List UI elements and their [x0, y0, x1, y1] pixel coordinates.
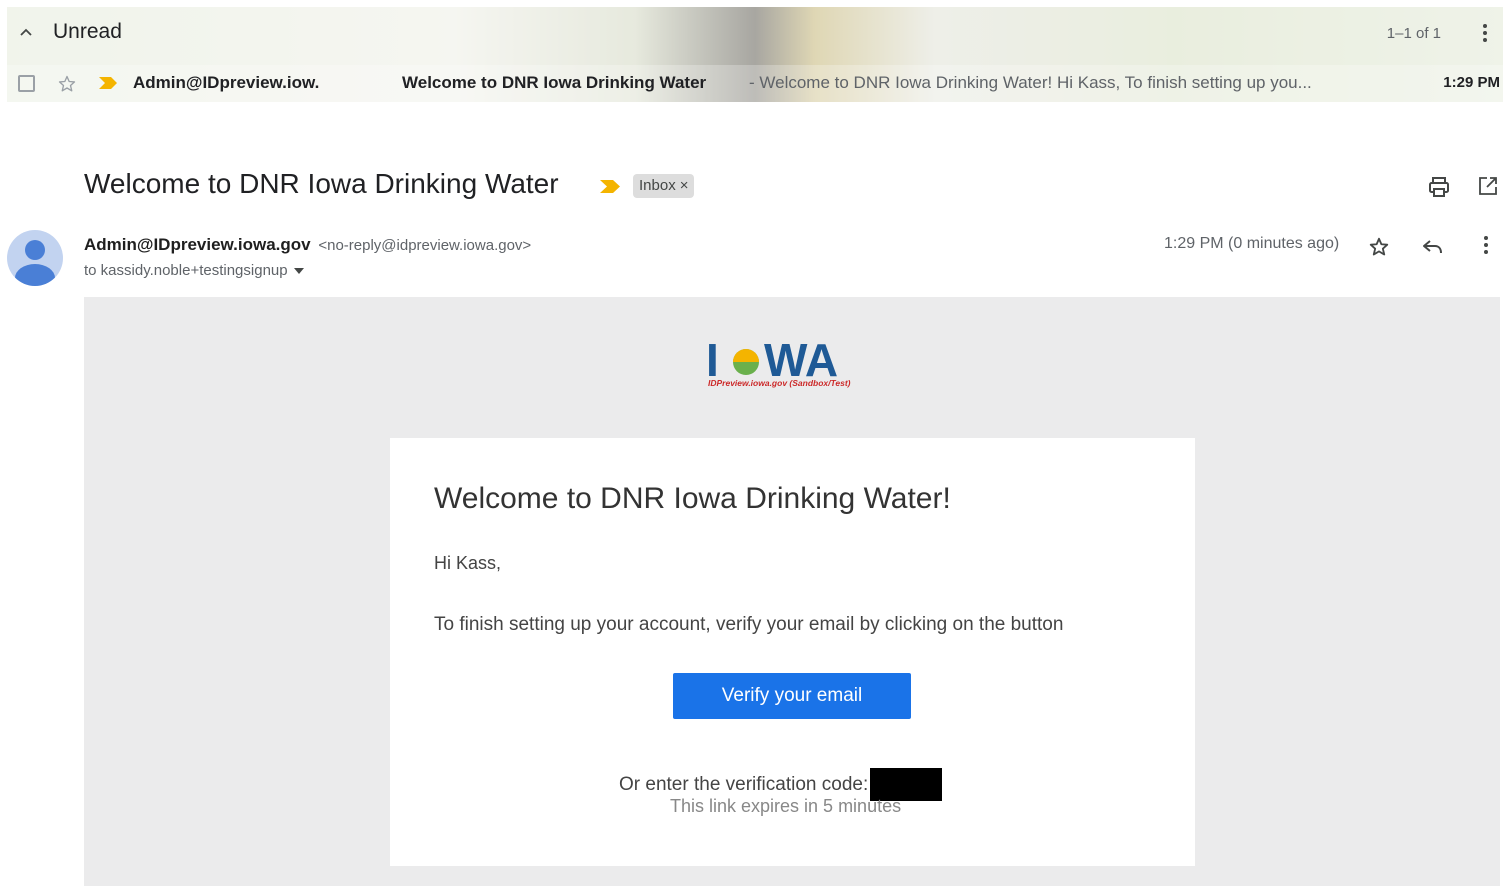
greeting-text: Hi Kass, [434, 553, 502, 573]
recipient-line: to kassidy.noble+testingsignup [84, 262, 304, 279]
pagination-count: 1–1 of 1 [1386, 25, 1441, 42]
more-vert-icon[interactable] [1477, 21, 1493, 45]
email-title: Welcome to DNR Iowa Drinking Water! [434, 482, 951, 515]
more-vert-icon[interactable] [1478, 234, 1494, 256]
inbox-list: Unread 1–1 of 1 Admin@IDpreview.iow. Wel… [7, 7, 1503, 102]
important-marker-icon[interactable] [99, 77, 117, 89]
verify-email-button[interactable]: Verify your email [673, 673, 911, 719]
recipient-text: to kassidy.noble+testingsignup [84, 262, 288, 279]
email-row[interactable]: Admin@IDpreview.iow. Welcome to DNR Iowa… [7, 65, 1503, 102]
row-snippet: - Welcome to DNR Iowa Drinking Water! Hi… [749, 73, 1312, 92]
sender-info: Admin@IDpreview.iowa.gov <no-reply@idpre… [84, 235, 531, 255]
message-subject: Welcome to DNR Iowa Drinking Water [84, 168, 559, 199]
sender-email: <no-reply@idpreview.iowa.gov> [318, 237, 532, 254]
remove-label-button[interactable]: × [680, 174, 689, 198]
iowa-logo: I WA IDPreview.iowa.gov (Sandbox/Test) [706, 334, 851, 388]
unread-section-header[interactable]: Unread 1–1 of 1 [7, 7, 1503, 59]
print-icon[interactable] [1428, 176, 1450, 198]
reply-icon[interactable] [1422, 238, 1444, 256]
message-time: 1:29 PM (0 minutes ago) [1164, 235, 1340, 252]
svg-text:IDPreview.iowa.gov (Sandbox/Te: IDPreview.iowa.gov (Sandbox/Test) [708, 378, 851, 388]
instructions-text: To finish setting up your account, verif… [434, 614, 1064, 635]
expiry-text: This link expires in 5 minutes [670, 796, 902, 816]
email-card: Welcome to DNR Iowa Drinking Water! Hi K… [390, 438, 1195, 866]
avatar-silhouette [15, 240, 55, 286]
inbox-label-chip: Inbox × [633, 174, 695, 198]
section-title: Unread [53, 20, 122, 43]
open-in-new-icon[interactable] [1478, 176, 1498, 196]
row-time: 1:29 PM [1443, 74, 1500, 91]
checkbox-icon[interactable] [18, 75, 35, 92]
code-label: Or enter the verification code: [619, 773, 869, 795]
avatar-icon[interactable] [7, 230, 63, 286]
row-sender: Admin@IDpreview.iow. [133, 73, 320, 92]
caret-down-icon[interactable] [293, 267, 304, 274]
star-icon[interactable] [57, 74, 77, 94]
star-icon[interactable] [1368, 236, 1390, 258]
row-subject: Welcome to DNR Iowa Drinking Water [402, 73, 707, 92]
label-text: Inbox [639, 177, 676, 194]
chevron-up-icon[interactable] [19, 25, 33, 39]
important-marker-icon[interactable] [600, 180, 620, 193]
sender-name[interactable]: Admin@IDpreview.iowa.gov [84, 235, 311, 254]
